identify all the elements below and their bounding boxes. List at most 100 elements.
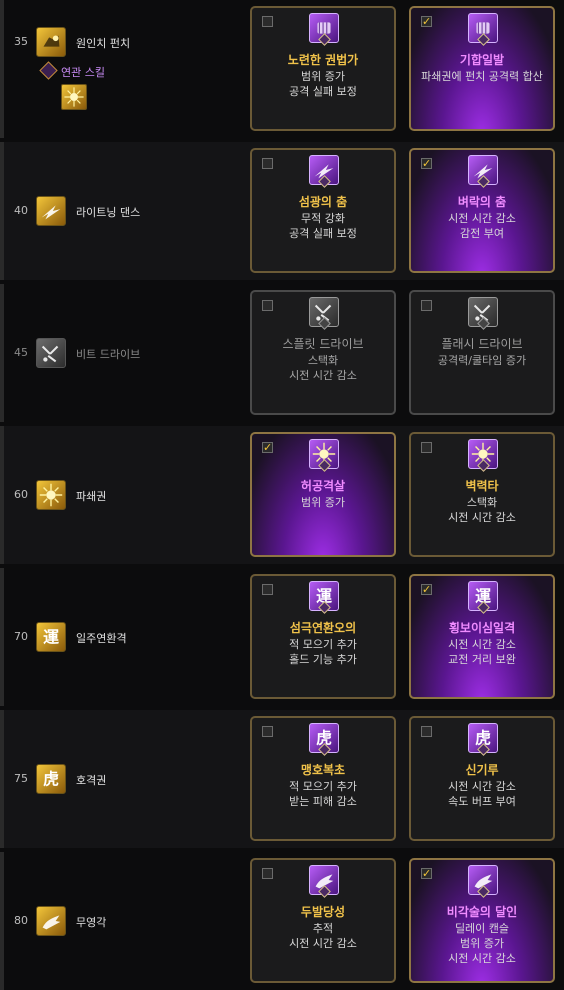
option-title: 스플릿 드라이브 bbox=[282, 337, 364, 351]
option-effect: 파쇄권에 펀치 공격력 합산 bbox=[421, 70, 543, 83]
skill-level: 35 bbox=[14, 35, 28, 48]
skill-row: 80 무영각 두발당성 추적 시전 시간 감소 ✓ 비각술의 달인 딜레이 캔슬 범위 증가 시전… bbox=[0, 852, 564, 990]
skill-name: 무영각 bbox=[76, 916, 107, 929]
option-effect: 범위 증가 bbox=[301, 496, 345, 509]
option-checkbox[interactable] bbox=[262, 726, 273, 737]
option-title: 두발당성 bbox=[300, 905, 346, 919]
option-effect: 속도 버프 부여 bbox=[448, 795, 516, 808]
burst-icon[interactable] bbox=[36, 480, 66, 510]
option-effect: 딜레이 캔슬 bbox=[454, 922, 510, 935]
option-checkbox[interactable]: ✓ bbox=[421, 16, 432, 27]
rune-option-card[interactable]: 運 섬극연환오의 적 모으기 추가 홀드 기능 추가 bbox=[250, 574, 396, 699]
skill-level: 40 bbox=[14, 204, 28, 217]
related-skill-text: 연관 스킬 bbox=[61, 66, 105, 79]
rune-option-card[interactable]: 虎 맹호복초적 모으기 추가받는 피해 감소 bbox=[250, 716, 396, 841]
rune-option-card[interactable]: ✓ 비각술의 달인 딜레이 캔슬 범위 증가 시전 시간 감소 bbox=[409, 858, 555, 983]
tier-badge-icon bbox=[39, 61, 58, 80]
option-effect: 스택화 bbox=[307, 354, 339, 367]
option-title: 맹호복초 bbox=[300, 763, 346, 777]
skill-level: 45 bbox=[14, 346, 28, 359]
option-effect: 적 모으기 추가 bbox=[289, 780, 357, 793]
rune-option-card[interactable]: 스플릿 드라이브스택화시전 시간 감소 bbox=[250, 290, 396, 415]
option-effect: 홀드 기능 추가 bbox=[289, 653, 357, 666]
skill-row: 45 비트 드라이브 스플릿 드라이브 스택화 시전 시간 감소 플래시 드라이브 공격력/… bbox=[0, 284, 564, 422]
skill-name: 파쇄권 bbox=[76, 490, 107, 503]
skill-row: 40 라이트닝 댄스 섬광의 춤 무적 강화 공격 실패 보정 ✓ 벼락의 춤 시전 시간 감… bbox=[0, 142, 564, 280]
related-skill-label: 연관 스킬 bbox=[39, 61, 105, 80]
option-checkbox[interactable]: ✓ bbox=[421, 868, 432, 879]
option-checkbox[interactable] bbox=[421, 442, 432, 453]
rune-option-card[interactable]: 두발당성 추적 시전 시간 감소 bbox=[250, 858, 396, 983]
option-effect: 범위 증가 bbox=[460, 937, 504, 950]
burst-icon[interactable] bbox=[61, 84, 87, 110]
option-checkbox[interactable] bbox=[262, 868, 273, 879]
option-checkbox[interactable] bbox=[262, 584, 273, 595]
option-checkbox[interactable] bbox=[262, 300, 273, 311]
skill-level: 70 bbox=[14, 630, 28, 643]
chain-glyph-icon: 運 bbox=[468, 581, 498, 614]
option-effect: 받는 피해 감소 bbox=[289, 795, 357, 808]
skill-name: 호격권 bbox=[76, 774, 107, 787]
option-checkbox[interactable]: ✓ bbox=[421, 158, 432, 169]
option-checkbox[interactable] bbox=[262, 158, 273, 169]
skill-row: 70 運 일주연환격 運 섬극연환오의 적 모으기 추가 홀드 기능 추가 ✓ 運 횡보이심일격 시… bbox=[0, 568, 564, 706]
skill-name: 라이트닝 댄스 bbox=[76, 206, 141, 219]
option-title: 신기루 bbox=[465, 763, 499, 777]
lightning-dash-icon[interactable] bbox=[36, 196, 66, 226]
option-effect: 시전 시간 감소 bbox=[448, 212, 516, 225]
rune-option-card[interactable]: ✓ 허공격살범위 증가 bbox=[250, 432, 396, 557]
tiger-glyph-icon: 虎 bbox=[468, 723, 498, 756]
shadow-kick-icon bbox=[468, 865, 498, 898]
option-checkbox[interactable] bbox=[262, 16, 273, 27]
skill-rune-list: 35 원인치 펀치 연관 스킬 노련한 권법가 범위 증가 공격 실패 보정 ✓ 기합일발 파쇄… bbox=[0, 0, 564, 990]
option-effect: 시전 시간 감소 bbox=[448, 511, 516, 524]
option-checkbox[interactable]: ✓ bbox=[421, 584, 432, 595]
skill-level: 60 bbox=[14, 488, 28, 501]
option-effect: 범위 증가 bbox=[301, 70, 345, 83]
svg-text:運: 運 bbox=[43, 628, 59, 647]
chain-glyph-icon[interactable]: 運 bbox=[36, 622, 66, 652]
option-checkbox[interactable] bbox=[421, 726, 432, 737]
rune-option-card[interactable]: 노련한 권법가 범위 증가 공격 실패 보정 bbox=[250, 6, 396, 131]
option-title: 플래시 드라이브 bbox=[441, 337, 523, 351]
rune-option-card[interactable]: 虎 신기루 시전 시간 감소 속도 버프 부여 bbox=[409, 716, 555, 841]
skill-level: 75 bbox=[14, 772, 28, 785]
rune-option-card[interactable]: ✓ 벼락의 춤시전 시간 감소감전 부여 bbox=[409, 148, 555, 273]
burst-icon bbox=[468, 439, 498, 472]
option-title: 허공격살 bbox=[300, 479, 346, 493]
option-effect: 교전 거리 보완 bbox=[448, 653, 516, 666]
option-effect: 시전 시간 감소 bbox=[448, 638, 516, 651]
svg-text:虎: 虎 bbox=[43, 770, 59, 789]
tiger-glyph-icon: 虎 bbox=[309, 723, 339, 756]
skill-name: 일주연환격 bbox=[76, 632, 127, 645]
beat-drive-icon bbox=[309, 297, 339, 330]
option-title: 섬극연환오의 bbox=[289, 621, 357, 635]
option-checkbox[interactable] bbox=[421, 300, 432, 311]
tiger-glyph-icon[interactable]: 虎 bbox=[36, 764, 66, 794]
rune-option-card[interactable]: 플래시 드라이브 공격력/쿨타임 증가 bbox=[409, 290, 555, 415]
option-title: 벼락의 춤 bbox=[457, 195, 507, 209]
chain-glyph-icon: 運 bbox=[309, 581, 339, 614]
option-effect: 시전 시간 감소 bbox=[289, 369, 357, 382]
option-title: 기합일발 bbox=[459, 53, 505, 67]
shadow-kick-icon[interactable] bbox=[36, 906, 66, 936]
skill-name: 원인치 펀치 bbox=[76, 37, 131, 50]
beat-drive-icon bbox=[468, 297, 498, 330]
fist-icon bbox=[309, 13, 339, 46]
beat-drive-icon[interactable] bbox=[36, 338, 66, 368]
rune-option-card[interactable]: ✓ 기합일발파쇄권에 펀치 공격력 합산 bbox=[409, 6, 555, 131]
lightning-dash-icon bbox=[468, 155, 498, 188]
option-effect: 무적 강화 bbox=[301, 212, 345, 225]
punch-icon[interactable] bbox=[36, 27, 66, 57]
option-effect: 감전 부여 bbox=[460, 227, 504, 240]
rune-option-card[interactable]: 섬광의 춤 무적 강화 공격 실패 보정 bbox=[250, 148, 396, 273]
option-effect: 공격 실패 보정 bbox=[289, 227, 357, 240]
option-checkbox[interactable]: ✓ bbox=[262, 442, 273, 453]
skill-row: 60 파쇄권 ✓ 허공격살범위 증가 벽력타 스택화 시전 시간 감소 bbox=[0, 426, 564, 564]
rune-option-card[interactable]: 벽력타 스택화 시전 시간 감소 bbox=[409, 432, 555, 557]
option-title: 비각술의 달인 bbox=[446, 905, 518, 919]
skill-row: 75 虎 호격권 虎 맹호복초 적 모으기 추가 받는 피해 감소 虎 신기루 시전 시간 감소 속… bbox=[0, 710, 564, 848]
option-title: 벽력타 bbox=[465, 479, 499, 493]
option-effect: 공격 실패 보정 bbox=[289, 85, 357, 98]
rune-option-card[interactable]: ✓ 運 횡보이심일격 시전 시간 감소 교전 거리 보완 bbox=[409, 574, 555, 699]
